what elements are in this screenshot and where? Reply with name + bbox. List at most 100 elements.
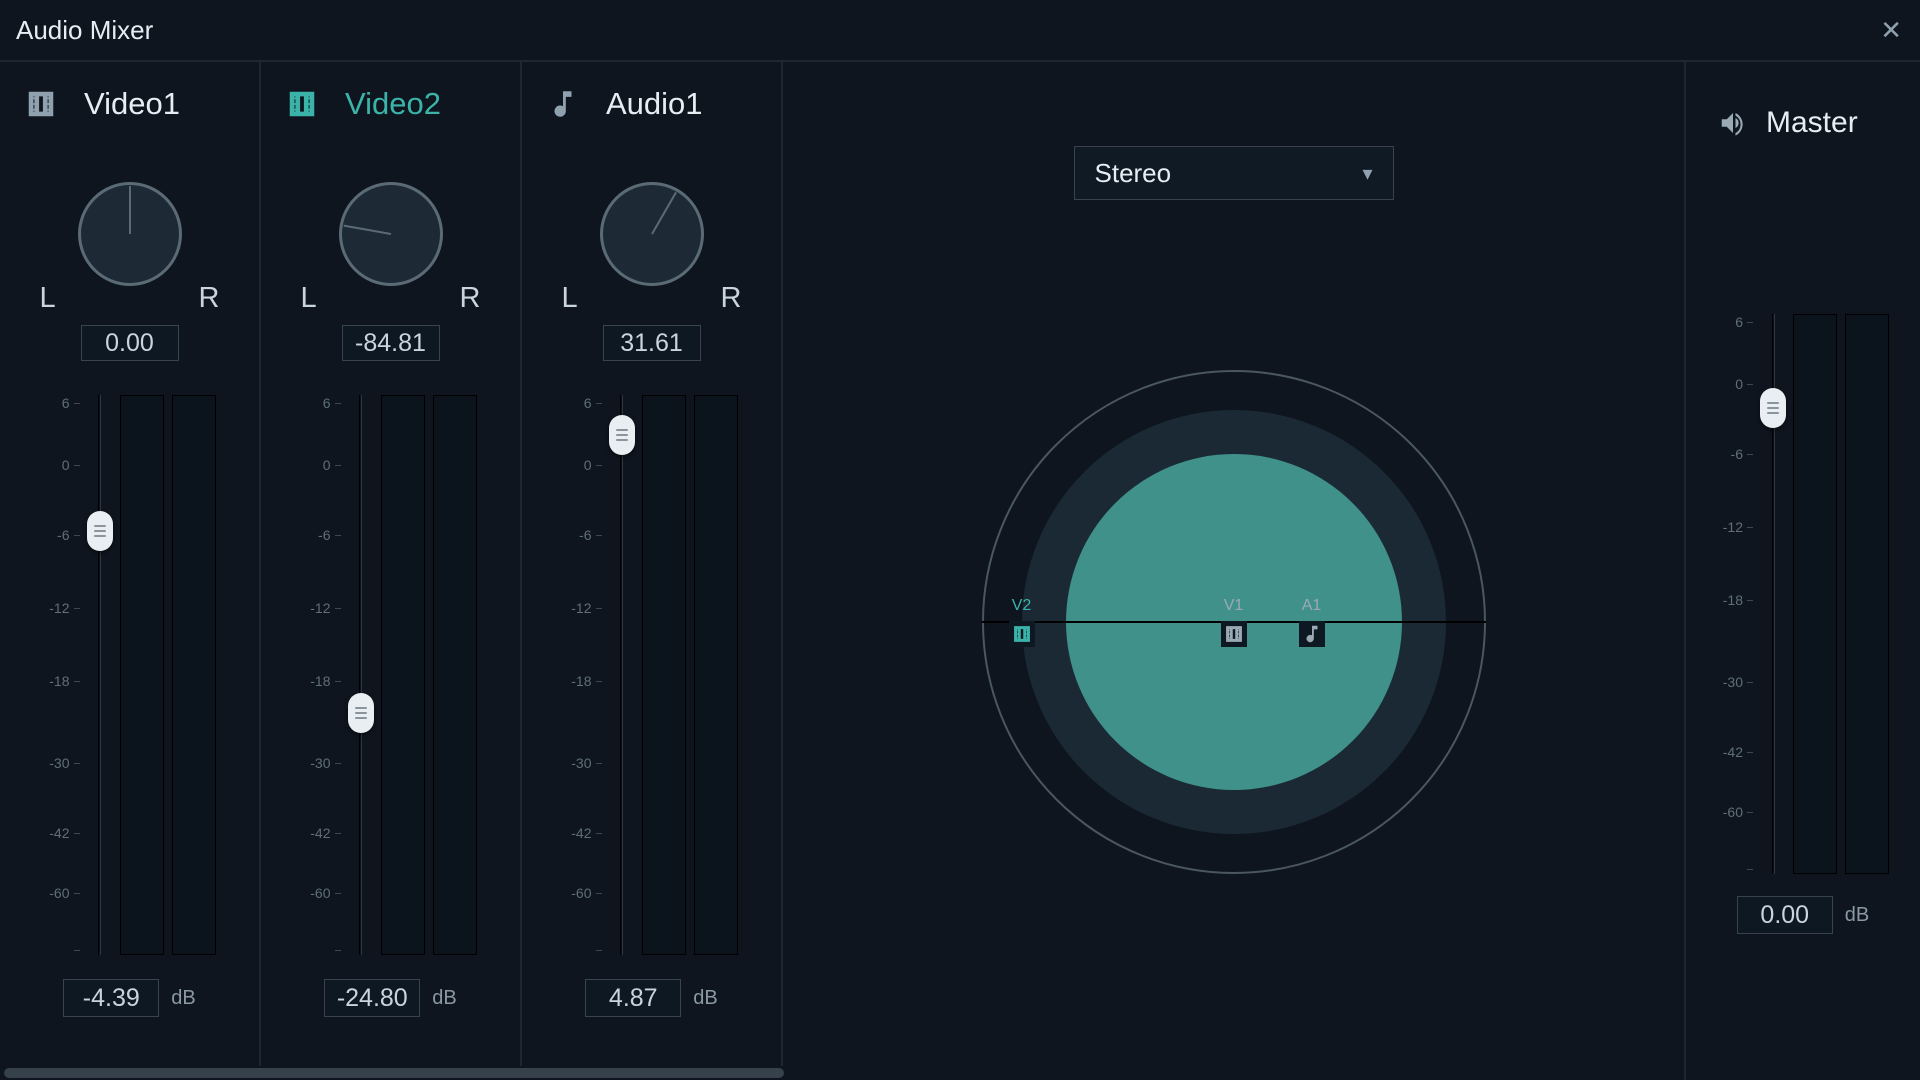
gain-value[interactable]: -24.80 [324,979,420,1017]
titlebar: Audio Mixer ✕ [0,0,1920,62]
music-note-icon [1299,621,1325,647]
scale-tick: -6 [309,527,341,543]
gain-fader[interactable] [90,395,110,955]
level-meter-l [642,395,686,955]
scale-tick: 0 [1721,376,1753,392]
db-label: dB [693,987,717,1010]
scale-tick: -60 [48,885,80,901]
scale-tick: 0 [570,457,602,473]
level-meters [120,395,216,955]
film-icon [24,87,58,121]
master-gain-value[interactable]: 0.00 [1737,896,1833,934]
db-label: dB [432,987,456,1010]
pan-value[interactable]: 31.61 [603,325,701,361]
film-icon [1221,621,1247,647]
fader-scale: 6 0 -6 -12 -18 -30 -42 -60 [44,395,80,955]
speaker-icon [1718,108,1748,138]
pan-node-v2[interactable]: V2 [1009,597,1035,647]
scale-tick: -30 [309,755,341,771]
pan-knob[interactable] [600,182,704,286]
fader-scale: 60-6-12-18-30-42-60 [566,395,602,955]
scale-tick: -12 [309,600,341,616]
scale-tick: 6 [570,395,602,411]
master-channel: Master 60-6-12-18-30-42-60 0.00 dB [1686,62,1920,1080]
scale-tick: -60 [570,885,602,901]
level-meter-r [172,395,216,955]
scale-tick: -60 [1721,804,1753,820]
fader-block: 60-6-12-18-30-42-60 [566,395,738,955]
gain-fader-thumb[interactable] [87,511,113,551]
master-label: Master [1766,106,1858,140]
main: Video1LR0.0060-6-12-18-30-42-60-4.39dBVi… [0,62,1920,1080]
master-meter-r [1845,314,1889,874]
gain-fader-thumb[interactable] [609,415,635,455]
pan-knob[interactable] [339,182,443,286]
channel-name: Video2 [345,86,441,122]
level-meters [381,395,477,955]
horizontal-scrollbar[interactable] [0,1066,788,1080]
channel-header[interactable]: Audio1 [522,86,703,122]
channel-video2: Video2LR-84.8160-6-12-18-30-42-60-24.80d… [261,62,522,1080]
level-meter-l [381,395,425,955]
output-mode-select[interactable]: Stereo ▾ [1074,146,1394,200]
pan-node-label: V2 [1012,597,1032,615]
pan-stage[interactable]: V2 V1 A1 [982,370,1486,874]
scale-tick: -30 [570,755,602,771]
level-meter-l [120,395,164,955]
channel-header[interactable]: Video2 [261,86,441,122]
scale-tick: -42 [48,825,80,841]
channel-video1: Video1LR0.0060-6-12-18-30-42-60-4.39dB [0,62,261,1080]
scale-tick: -18 [48,673,80,689]
scale-tick: 6 [1721,314,1753,330]
scale-tick [48,950,80,951]
pan-r-label: R [460,282,481,315]
scale-tick [570,950,602,951]
scale-tick: -12 [1721,519,1753,535]
scale-tick: -42 [570,825,602,841]
film-icon [1009,621,1035,647]
fader-scale: 60-6-12-18-30-42-60 [305,395,341,955]
film-icon [285,87,319,121]
scale-tick: -18 [570,673,602,689]
pan-knob[interactable] [78,182,182,286]
db-label: dB [171,987,195,1010]
scale-tick: 0 [48,457,80,473]
scale-tick: -30 [48,755,80,771]
fader-block: 60-6-12-18-30-42-60 [305,395,477,955]
scale-tick: -18 [1721,592,1753,608]
scale-tick: -6 [48,527,80,543]
scale-tick: -30 [1721,674,1753,690]
pan-node-a1[interactable]: A1 [1299,597,1325,647]
level-meter-r [694,395,738,955]
channel-audio1: Audio1LR31.6160-6-12-18-30-42-604.87dB [522,62,783,1080]
gain-fader[interactable] [351,395,371,955]
scale-tick: 0 [309,457,341,473]
scale-tick: 6 [48,395,80,411]
gain-value[interactable]: -4.39 [63,979,159,1017]
pan-node-v1[interactable]: V1 [1221,597,1247,647]
scale-tick: -60 [309,885,341,901]
scale-tick: -12 [48,600,80,616]
chevron-down-icon: ▾ [1362,161,1372,186]
pan-value[interactable]: 0.00 [81,325,179,361]
gain-fader-thumb[interactable] [348,693,374,733]
channel-name: Audio1 [606,86,703,122]
master-fader[interactable] [1763,314,1783,874]
gain-fader[interactable] [612,395,632,955]
window-title: Audio Mixer [16,15,153,46]
gain-value[interactable]: 4.87 [585,979,681,1017]
scale-tick: -18 [309,673,341,689]
pan-r-label: R [721,282,742,315]
output-mode-value: Stereo [1095,158,1172,189]
pan-value[interactable]: -84.81 [342,325,440,361]
pan-node-label: A1 [1302,597,1322,615]
scale-tick: -42 [1721,744,1753,760]
close-icon[interactable]: ✕ [1880,15,1902,46]
music-note-icon [546,87,580,121]
channel-name: Video1 [84,86,180,122]
master-fader-thumb[interactable] [1760,388,1786,428]
horizontal-scrollbar-thumb[interactable] [4,1068,784,1078]
channel-header[interactable]: Video1 [0,86,180,122]
pan-node-label: V1 [1224,597,1244,615]
level-meters [642,395,738,955]
